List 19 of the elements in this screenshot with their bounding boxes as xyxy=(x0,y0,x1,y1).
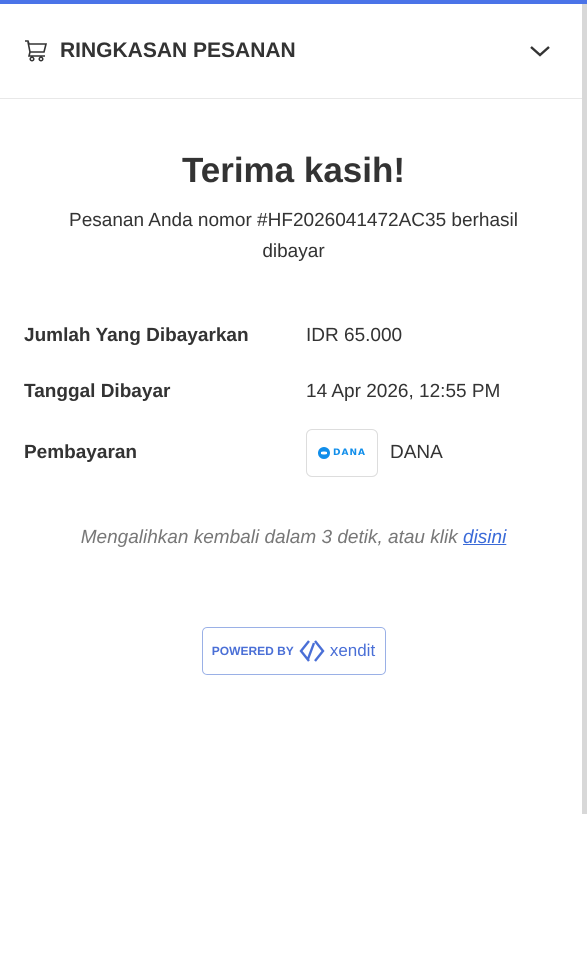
redirect-message: Mengalihkan kembali dalam 3 detik, atau klik disini xyxy=(80,527,508,549)
wallet-icon xyxy=(318,447,330,459)
powered-by-badge[interactable]: POWERED BY xendit xyxy=(202,627,386,675)
logo-text: DANA xyxy=(333,448,366,458)
thank-you-heading: Terima kasih! xyxy=(180,151,406,191)
redirect-link[interactable]: disini xyxy=(463,527,506,548)
detail-label: Tanggal Dibayar xyxy=(24,381,172,403)
powered-by-label: POWERED BY xyxy=(212,644,294,658)
brand-icon xyxy=(298,639,325,663)
cart-icon xyxy=(24,39,48,63)
detail-label: Jumlah Yang Dibayarkan xyxy=(24,325,250,347)
detail-label: Pembayaran xyxy=(24,442,138,464)
detail-value: DANA xyxy=(390,442,443,464)
detail-value: 14 Apr 2026, 12:55 PM xyxy=(306,381,500,403)
order-message: Pesanan Anda nomor #HF2026041472AC35 berhasil dibayar xyxy=(68,209,519,264)
detail-value: IDR 65.000 xyxy=(306,325,402,347)
brand-name: xendit xyxy=(330,641,376,661)
order-summary-header[interactable]: RINGKASAN PESANAN xyxy=(0,4,582,99)
header-title: RINGKASAN PESANAN xyxy=(60,39,297,63)
